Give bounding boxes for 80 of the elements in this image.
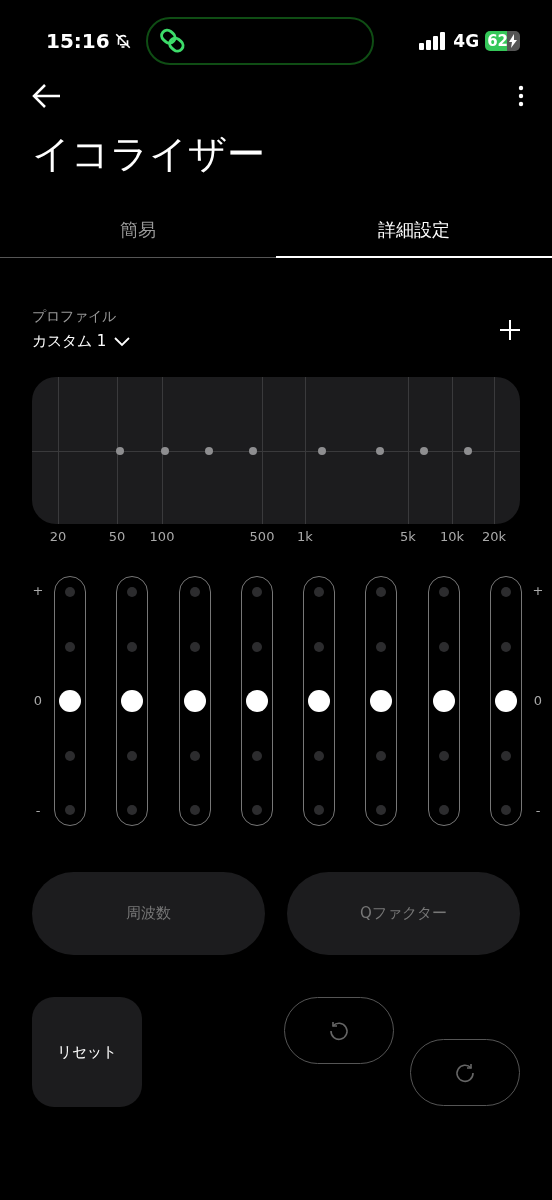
tab[interactable]: 簡易 <box>0 204 276 258</box>
step-dot <box>376 750 387 761</box>
frequency-label: 5k <box>400 529 416 544</box>
slider-thumb[interactable] <box>59 690 81 712</box>
step-dot <box>127 641 138 652</box>
frequency-label: 100 <box>149 529 175 544</box>
battery-indicator: 62 <box>485 31 520 51</box>
page-title: イコライザー <box>32 131 266 178</box>
step-dot <box>189 805 200 815</box>
step-dot <box>314 641 325 652</box>
band-point <box>205 446 213 455</box>
step-dot <box>438 750 449 761</box>
signal-icon <box>419 32 448 50</box>
step-dot <box>251 641 262 652</box>
add-icon[interactable] <box>500 319 520 340</box>
scale-label: 0 <box>533 692 543 710</box>
band-point <box>464 446 472 455</box>
frequency-label: 20k <box>481 529 507 544</box>
band-point <box>318 446 326 455</box>
step-dot <box>438 587 449 597</box>
frequency-label: 20 <box>49 529 67 544</box>
step-dot <box>65 805 75 815</box>
network-type: 4G <box>453 31 480 51</box>
reset-button[interactable]: リセット <box>32 997 142 1107</box>
step-dot <box>65 750 75 761</box>
step-dot <box>500 750 511 761</box>
band-point <box>376 446 384 455</box>
step-dot <box>65 587 75 597</box>
step-dot <box>314 587 325 597</box>
step-dot <box>376 805 387 815</box>
scale-label: + <box>32 582 44 600</box>
tab[interactable]: 詳細設定 <box>276 204 552 258</box>
band-point <box>116 446 124 455</box>
step-dot <box>189 750 200 761</box>
step-dot <box>127 750 138 761</box>
step-dot <box>376 587 387 597</box>
slider-thumb[interactable] <box>494 690 517 712</box>
band-point <box>249 446 257 455</box>
slider-thumb[interactable] <box>183 690 206 712</box>
slider-thumb[interactable] <box>308 690 331 712</box>
scale-label: - <box>35 802 41 820</box>
step-dot <box>65 641 75 652</box>
step-dot <box>127 805 138 815</box>
step-dot <box>438 805 449 815</box>
step-dot <box>314 750 325 761</box>
step-dot <box>251 750 262 761</box>
step-dot <box>500 587 511 597</box>
back-arrow-icon[interactable] <box>32 83 62 109</box>
slider-thumb[interactable] <box>370 690 393 712</box>
frequency-label: 10k <box>439 529 465 544</box>
step-dot <box>251 587 262 597</box>
step-dot <box>189 641 200 652</box>
chevron-down-icon <box>114 336 131 347</box>
frequency-label: 500 <box>249 529 275 544</box>
scale-label: - <box>535 802 541 820</box>
frequency-label: 50 <box>108 529 126 544</box>
undo-icon <box>328 1019 350 1042</box>
bell-muted-icon <box>113 32 132 50</box>
status-time: 15:16 <box>46 29 110 53</box>
slider-thumb[interactable] <box>432 690 455 712</box>
band-point <box>161 446 169 455</box>
frequency-label: 1k <box>297 529 313 544</box>
link-icon <box>157 27 186 55</box>
profile-label: プロファイル <box>32 308 117 326</box>
redo-icon <box>454 1061 476 1084</box>
profile-dropdown[interactable]: カスタム 1 <box>32 332 131 351</box>
step-dot <box>376 641 387 652</box>
slider-thumb[interactable] <box>121 690 144 712</box>
step-dot <box>314 805 325 815</box>
slider-thumb[interactable] <box>245 690 268 712</box>
step-dot <box>500 805 511 815</box>
scale-label: + <box>532 582 544 600</box>
step-dot <box>251 805 262 815</box>
step-dot <box>127 587 138 597</box>
step-dot <box>438 641 449 652</box>
band-point <box>420 446 428 455</box>
more-options-icon[interactable] <box>518 85 524 107</box>
scale-label: 0 <box>33 692 43 710</box>
step-dot <box>500 641 511 652</box>
step-dot <box>189 587 200 597</box>
